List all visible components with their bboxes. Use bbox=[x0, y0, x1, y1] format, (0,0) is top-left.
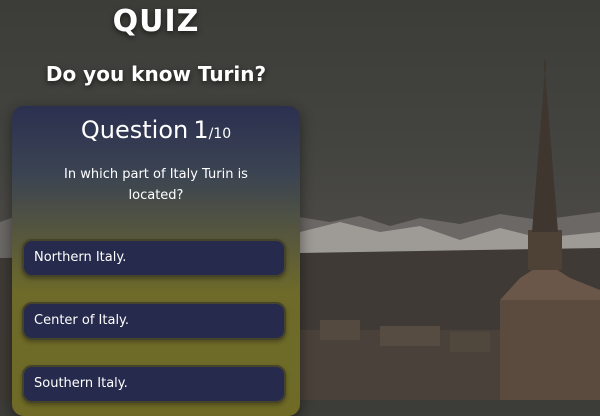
question-total: /10 bbox=[208, 126, 232, 142]
building bbox=[320, 320, 360, 340]
question-text: In which part of Italy Turin is located? bbox=[64, 167, 248, 203]
building bbox=[380, 326, 440, 346]
question-label: Question bbox=[80, 116, 189, 144]
mole-tower bbox=[528, 230, 562, 270]
answer-option-center-of-italy[interactable]: Center of Italy. bbox=[22, 302, 286, 340]
question-heading: Question 1/10 bbox=[12, 116, 300, 144]
mole-base bbox=[500, 300, 600, 400]
quiz-subtitle: Do you know Turin? bbox=[45, 62, 267, 86]
answer-option-northern-italy[interactable]: Northern Italy. bbox=[22, 239, 286, 277]
building bbox=[450, 332, 490, 352]
question-card: Question 1/10 In which part of Italy Tur… bbox=[12, 106, 300, 416]
mole-spire bbox=[532, 70, 558, 232]
answer-option-southern-italy[interactable]: Southern Italy. bbox=[22, 365, 286, 403]
quiz-title: QUIZ bbox=[112, 4, 200, 39]
question-number: 1 bbox=[193, 116, 209, 144]
